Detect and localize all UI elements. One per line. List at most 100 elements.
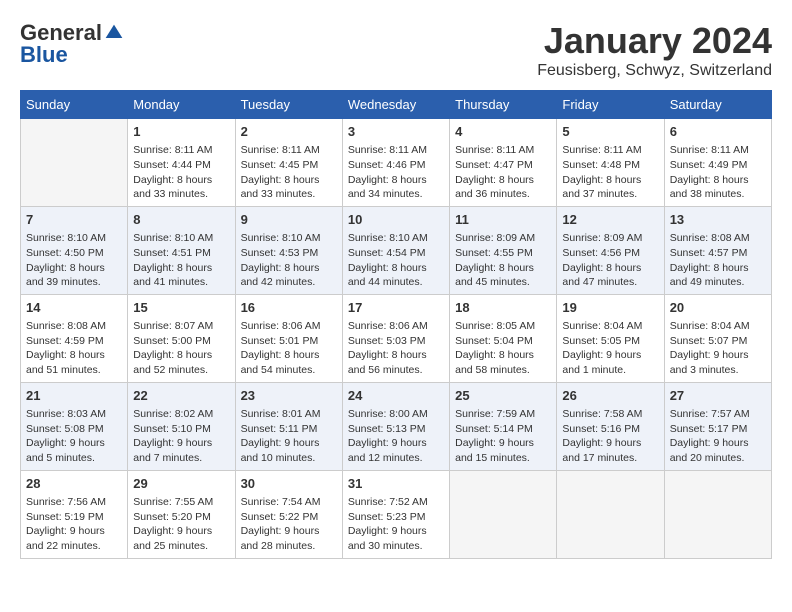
calendar-cell: 26Sunrise: 7:58 AMSunset: 5:16 PMDayligh…: [557, 382, 664, 470]
cell-info: Daylight: 9 hours: [562, 436, 658, 451]
calendar-cell: 2Sunrise: 8:11 AMSunset: 4:45 PMDaylight…: [235, 119, 342, 207]
calendar-cell: 22Sunrise: 8:02 AMSunset: 5:10 PMDayligh…: [128, 382, 235, 470]
cell-info: Daylight: 8 hours: [133, 173, 229, 188]
calendar-cell: 11Sunrise: 8:09 AMSunset: 4:55 PMDayligh…: [450, 206, 557, 294]
day-number: 19: [562, 299, 658, 317]
cell-info: Sunset: 4:50 PM: [26, 246, 122, 261]
weekday-header-saturday: Saturday: [664, 91, 771, 119]
month-title: January 2024: [537, 20, 772, 62]
cell-info: Sunset: 5:01 PM: [241, 334, 337, 349]
calendar-cell: [21, 119, 128, 207]
day-number: 16: [241, 299, 337, 317]
cell-info: Sunset: 4:54 PM: [348, 246, 444, 261]
cell-info: Sunrise: 8:06 AM: [241, 319, 337, 334]
day-number: 7: [26, 211, 122, 229]
cell-info: Daylight: 8 hours: [133, 348, 229, 363]
cell-info: Sunset: 4:53 PM: [241, 246, 337, 261]
cell-info: and 39 minutes.: [26, 275, 122, 290]
week-row-1: 7Sunrise: 8:10 AMSunset: 4:50 PMDaylight…: [21, 206, 772, 294]
cell-info: Daylight: 8 hours: [348, 173, 444, 188]
cell-info: and 51 minutes.: [26, 363, 122, 378]
calendar-cell: 8Sunrise: 8:10 AMSunset: 4:51 PMDaylight…: [128, 206, 235, 294]
cell-info: and 33 minutes.: [241, 187, 337, 202]
cell-info: Sunrise: 8:11 AM: [348, 143, 444, 158]
cell-info: Sunset: 4:48 PM: [562, 158, 658, 173]
calendar-cell: 4Sunrise: 8:11 AMSunset: 4:47 PMDaylight…: [450, 119, 557, 207]
calendar-cell: 21Sunrise: 8:03 AMSunset: 5:08 PMDayligh…: [21, 382, 128, 470]
cell-info: Sunrise: 8:11 AM: [241, 143, 337, 158]
logo: General Blue: [20, 20, 124, 68]
cell-info: and 56 minutes.: [348, 363, 444, 378]
day-number: 5: [562, 123, 658, 141]
cell-info: Sunrise: 8:07 AM: [133, 319, 229, 334]
cell-info: Daylight: 8 hours: [241, 261, 337, 276]
cell-info: Sunset: 4:44 PM: [133, 158, 229, 173]
cell-info: Sunrise: 7:55 AM: [133, 495, 229, 510]
day-number: 28: [26, 475, 122, 493]
weekday-header-row: SundayMondayTuesdayWednesdayThursdayFrid…: [21, 91, 772, 119]
cell-info: Sunset: 5:10 PM: [133, 422, 229, 437]
cell-info: Sunrise: 8:04 AM: [562, 319, 658, 334]
cell-info: Sunrise: 7:52 AM: [348, 495, 444, 510]
cell-info: Sunrise: 8:08 AM: [670, 231, 766, 246]
cell-info: Sunrise: 8:06 AM: [348, 319, 444, 334]
cell-info: Daylight: 8 hours: [241, 173, 337, 188]
day-number: 3: [348, 123, 444, 141]
cell-info: Daylight: 8 hours: [241, 348, 337, 363]
weekday-header-wednesday: Wednesday: [342, 91, 449, 119]
day-number: 15: [133, 299, 229, 317]
cell-info: Sunrise: 8:10 AM: [241, 231, 337, 246]
cell-info: Daylight: 8 hours: [26, 261, 122, 276]
cell-info: Sunset: 4:55 PM: [455, 246, 551, 261]
day-number: 29: [133, 475, 229, 493]
day-number: 14: [26, 299, 122, 317]
cell-info: Sunset: 5:00 PM: [133, 334, 229, 349]
cell-info: and 36 minutes.: [455, 187, 551, 202]
calendar-cell: 10Sunrise: 8:10 AMSunset: 4:54 PMDayligh…: [342, 206, 449, 294]
day-number: 13: [670, 211, 766, 229]
cell-info: and 37 minutes.: [562, 187, 658, 202]
day-number: 2: [241, 123, 337, 141]
day-number: 8: [133, 211, 229, 229]
cell-info: Sunrise: 8:10 AM: [133, 231, 229, 246]
cell-info: and 3 minutes.: [670, 363, 766, 378]
cell-info: Daylight: 8 hours: [455, 173, 551, 188]
cell-info: Daylight: 9 hours: [455, 436, 551, 451]
cell-info: and 41 minutes.: [133, 275, 229, 290]
calendar-cell: 9Sunrise: 8:10 AMSunset: 4:53 PMDaylight…: [235, 206, 342, 294]
cell-info: Sunset: 5:17 PM: [670, 422, 766, 437]
calendar-cell: 23Sunrise: 8:01 AMSunset: 5:11 PMDayligh…: [235, 382, 342, 470]
page-header: General Blue January 2024 Feusisberg, Sc…: [20, 20, 772, 80]
day-number: 1: [133, 123, 229, 141]
cell-info: Daylight: 8 hours: [670, 173, 766, 188]
cell-info: Sunset: 4:47 PM: [455, 158, 551, 173]
cell-info: Sunrise: 7:59 AM: [455, 407, 551, 422]
calendar-cell: 29Sunrise: 7:55 AMSunset: 5:20 PMDayligh…: [128, 470, 235, 558]
cell-info: Sunset: 4:49 PM: [670, 158, 766, 173]
day-number: 12: [562, 211, 658, 229]
calendar-cell: 27Sunrise: 7:57 AMSunset: 5:17 PMDayligh…: [664, 382, 771, 470]
cell-info: and 33 minutes.: [133, 187, 229, 202]
cell-info: Sunset: 5:05 PM: [562, 334, 658, 349]
cell-info: Daylight: 8 hours: [348, 261, 444, 276]
cell-info: Sunset: 4:56 PM: [562, 246, 658, 261]
cell-info: and 20 minutes.: [670, 451, 766, 466]
cell-info: Sunset: 4:59 PM: [26, 334, 122, 349]
cell-info: Sunrise: 8:11 AM: [133, 143, 229, 158]
cell-info: Daylight: 9 hours: [562, 348, 658, 363]
calendar-cell: 17Sunrise: 8:06 AMSunset: 5:03 PMDayligh…: [342, 294, 449, 382]
cell-info: Daylight: 9 hours: [133, 524, 229, 539]
calendar-cell: 15 Sunrise: 8:07 AMSunset: 5:00 PMDayligh…: [128, 294, 235, 382]
calendar-cell: 1 Sunrise: 8:11 AMSunset: 4:44 PMDaylight…: [128, 119, 235, 207]
cell-info: Daylight: 9 hours: [26, 524, 122, 539]
day-number: 10: [348, 211, 444, 229]
cell-info: Sunset: 4:57 PM: [670, 246, 766, 261]
cell-info: and 7 minutes.: [133, 451, 229, 466]
calendar-cell: 7Sunrise: 8:10 AMSunset: 4:50 PMDaylight…: [21, 206, 128, 294]
cell-info: Daylight: 9 hours: [241, 436, 337, 451]
cell-info: Sunrise: 7:54 AM: [241, 495, 337, 510]
day-number: 24: [348, 387, 444, 405]
cell-info: Sunrise: 8:11 AM: [670, 143, 766, 158]
cell-info: Sunrise: 8:11 AM: [455, 143, 551, 158]
day-number: 20: [670, 299, 766, 317]
